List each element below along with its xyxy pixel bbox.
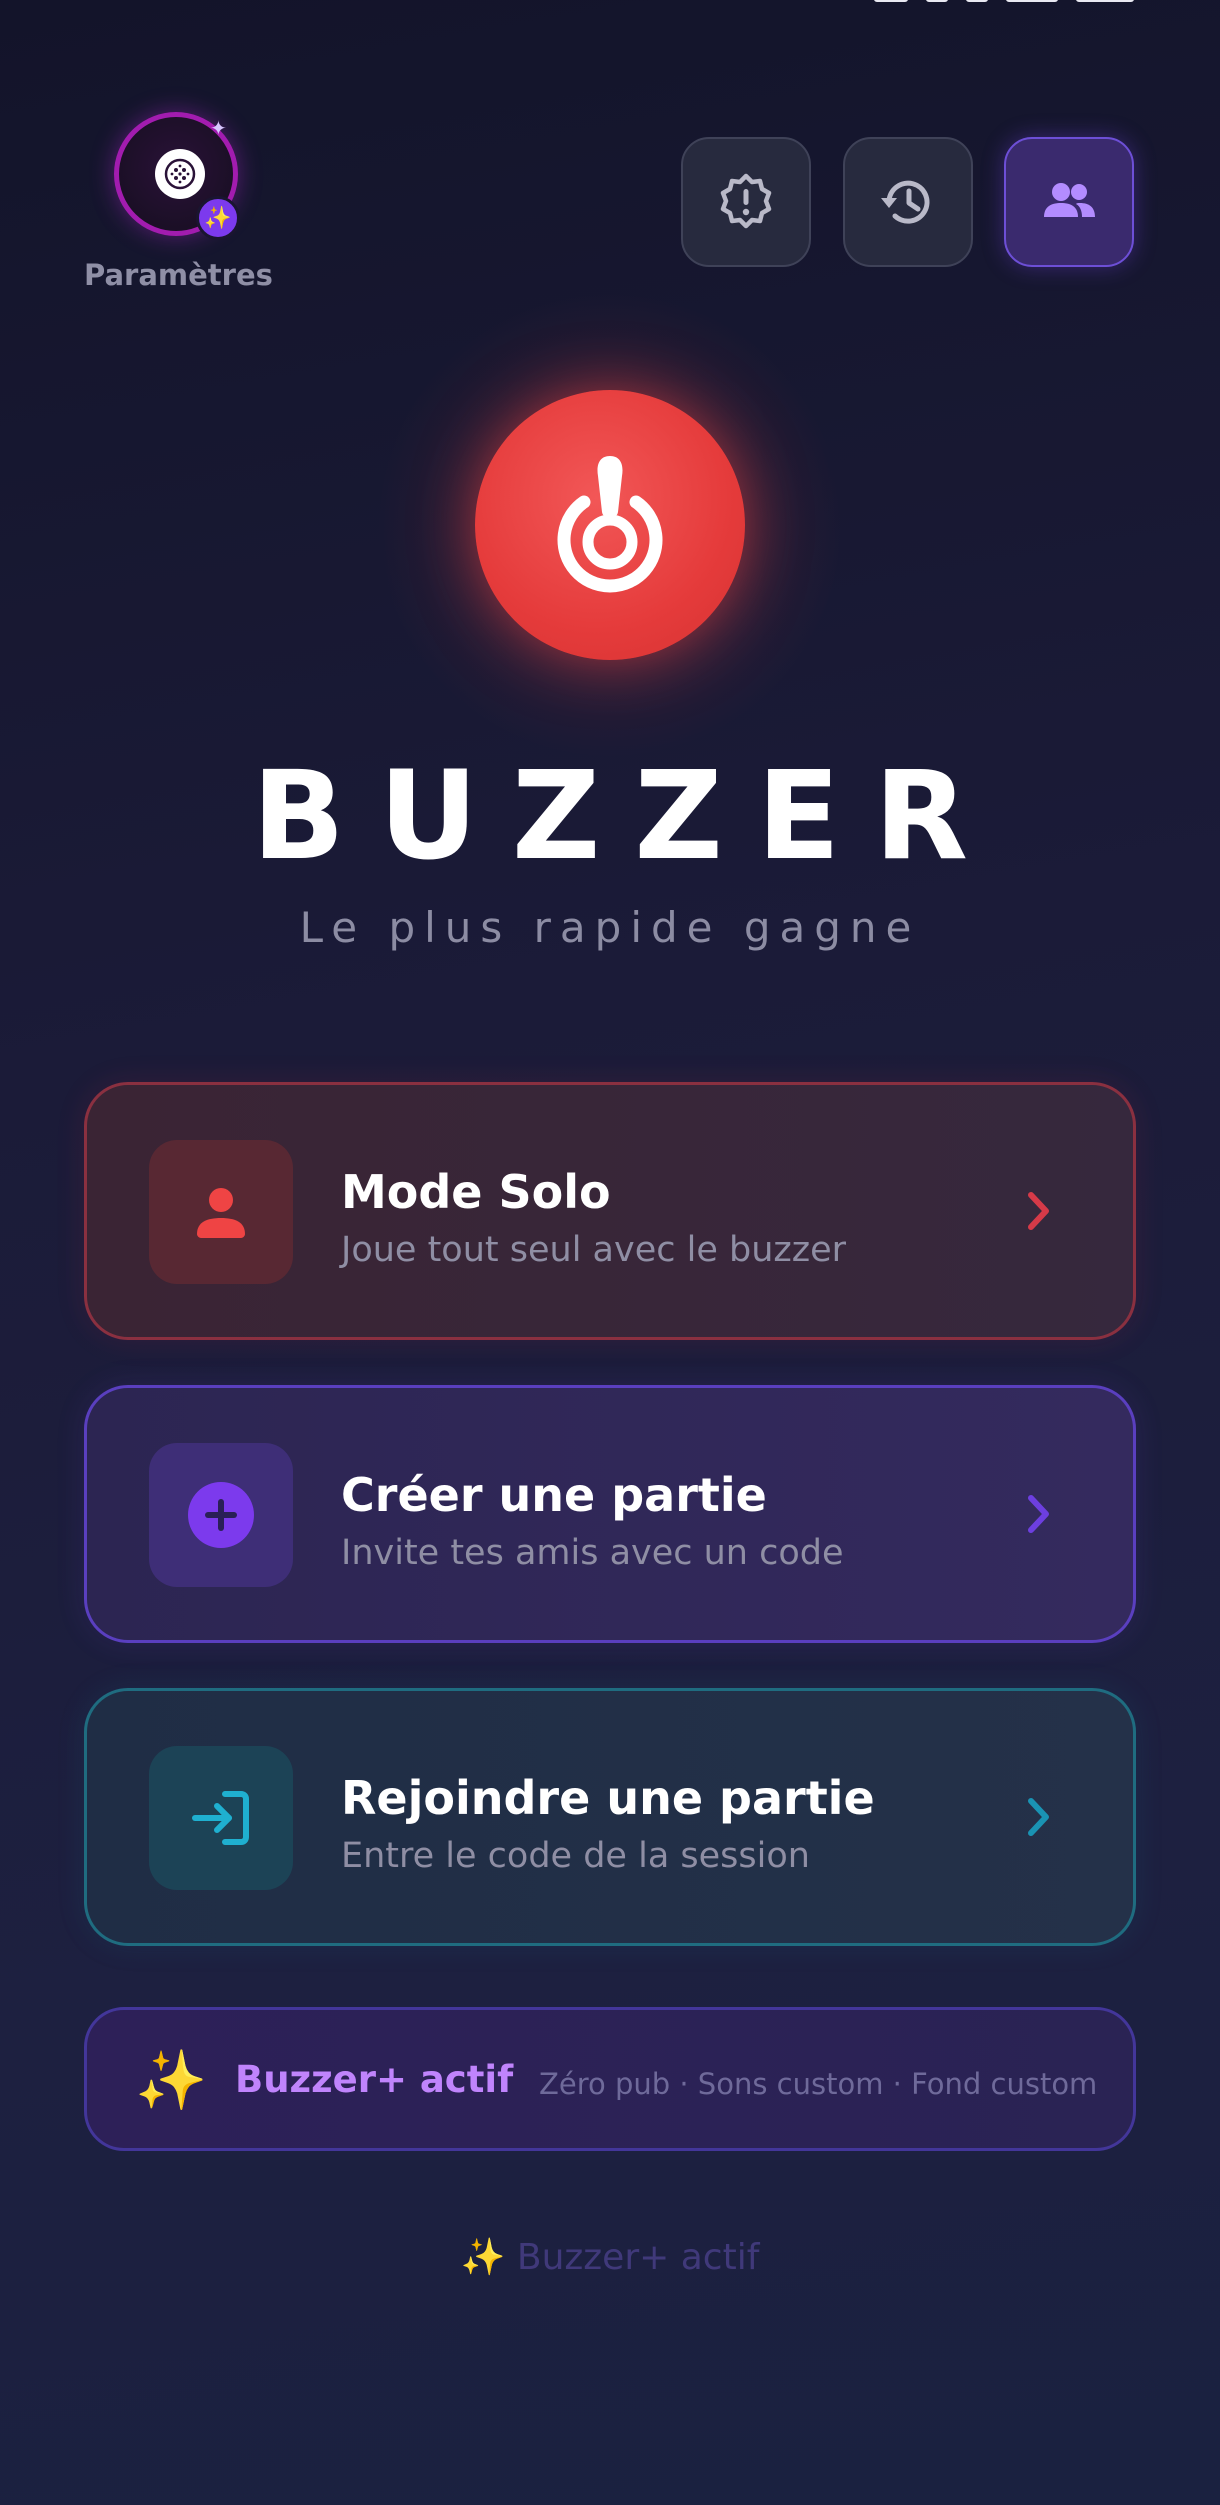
card-icon-box xyxy=(149,1140,293,1284)
sparkle-icon: ✦ xyxy=(210,116,227,140)
premium-status-text: Buzzer+ actif xyxy=(516,2237,760,2278)
card-subtitle: Joue tout seul avec le buzzer xyxy=(341,1230,847,1270)
premium-banner[interactable]: ✨ Buzzer+ actif Zéro pub · Sons custom ·… xyxy=(84,2007,1136,2151)
premium-features: Zéro pub · Sons custom · Fond custom xyxy=(539,2067,1098,2101)
status-bar xyxy=(0,0,1220,14)
sparkles-icon: ✨ xyxy=(196,196,240,240)
buzzer-logo xyxy=(475,390,745,660)
card-title: Créer une partie xyxy=(341,1468,767,1522)
sparkles-icon: ✨ xyxy=(460,2237,506,2278)
status-icons xyxy=(874,0,1134,2)
card-subtitle: Entre le code de la session xyxy=(341,1836,810,1876)
app-title: BUZZER xyxy=(251,745,1003,887)
card-subtitle: Invite tes amis avec un code xyxy=(341,1533,844,1573)
login-arrow-icon xyxy=(192,1791,249,1845)
plus-circle-icon xyxy=(188,1482,254,1548)
signal-bars-icon xyxy=(1006,0,1058,2)
mode-solo-card[interactable]: Mode Solo Joue tout seul avec le buzzer xyxy=(84,1082,1136,1340)
premium-status-footer: ✨ Buzzer+ actif xyxy=(0,2236,1220,2278)
card-icon-box xyxy=(149,1443,293,1587)
card-title: Mode Solo xyxy=(341,1165,611,1219)
players-icon xyxy=(1044,183,1095,217)
history-icon xyxy=(881,180,930,224)
wifi-icon xyxy=(926,0,948,2)
network-speed-icon xyxy=(874,0,908,2)
card-title: Rejoindre une partie xyxy=(341,1771,875,1825)
join-game-card[interactable]: Rejoindre une partie Entre le code de la… xyxy=(84,1688,1136,1946)
sparkles-icon: ✨ xyxy=(135,2046,208,2114)
chevron-right-icon xyxy=(1025,1187,1053,1235)
signal-icon xyxy=(966,0,988,2)
alert-button[interactable] xyxy=(681,137,811,267)
chevron-right-icon xyxy=(1025,1793,1053,1841)
settings-label: Paramètres xyxy=(84,258,273,292)
history-button[interactable] xyxy=(843,137,973,267)
person-icon xyxy=(197,1188,245,1238)
create-game-card[interactable]: Créer une partie Invite tes amis avec un… xyxy=(84,1385,1136,1643)
battery-icon xyxy=(1076,0,1134,2)
premium-title: Buzzer+ actif xyxy=(235,2058,514,2101)
app-subtitle: Le plus rapide gagne xyxy=(299,903,921,952)
chevron-right-icon xyxy=(1025,1490,1053,1538)
players-button[interactable] xyxy=(1004,137,1134,267)
alert-badge-icon xyxy=(720,173,772,229)
buzzer-icon xyxy=(557,456,663,593)
vinyl-disc-icon xyxy=(155,149,205,199)
card-icon-box xyxy=(149,1746,293,1890)
